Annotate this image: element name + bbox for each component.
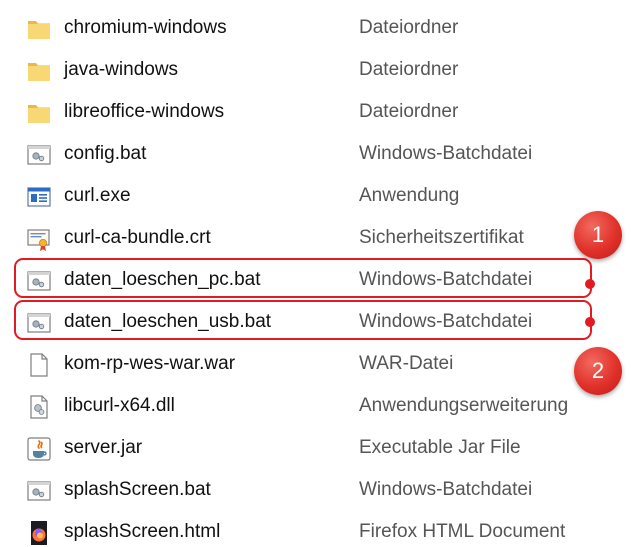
- file-name[interactable]: curl.exe: [64, 184, 131, 208]
- file-name[interactable]: splashScreen.html: [64, 520, 220, 544]
- file-name[interactable]: chromium-windows: [64, 16, 227, 40]
- firefox-html-icon: [26, 520, 52, 546]
- batch-file-icon: [26, 142, 52, 168]
- file-type: Dateiordner: [359, 17, 459, 38]
- blank-file-icon: [26, 352, 52, 378]
- file-row[interactable]: curl-ca-bundle.crt Sicherheitszertifikat: [0, 217, 643, 259]
- file-name[interactable]: libcurl-x64.dll: [64, 394, 175, 418]
- application-icon: [26, 184, 52, 210]
- file-type: Dateiordner: [359, 101, 459, 122]
- file-row[interactable]: libcurl-x64.dll Anwendungserweiterung: [0, 385, 643, 427]
- file-name[interactable]: server.jar: [64, 436, 142, 460]
- file-name[interactable]: libreoffice-windows: [64, 100, 224, 124]
- file-name[interactable]: curl-ca-bundle.crt: [64, 226, 211, 250]
- java-jar-icon: [26, 436, 52, 462]
- connector-dot-1: [585, 279, 595, 289]
- batch-file-icon: [26, 478, 52, 504]
- file-row[interactable]: splashScreen.bat Windows-Batchdatei: [0, 469, 643, 511]
- file-list: chromium-windows Dateiordner java-windows D…: [0, 0, 643, 547]
- annotation-badge-1: 1: [574, 211, 622, 259]
- file-name[interactable]: java-windows: [64, 58, 178, 82]
- file-type: Anwendung: [359, 185, 460, 206]
- folder-icon: [26, 58, 52, 84]
- file-row[interactable]: kom-rp-wes-war.war WAR-Datei: [0, 343, 643, 385]
- file-type: Windows-Batchdatei: [359, 479, 533, 500]
- file-row[interactable]: libreoffice-windows Dateiordner: [0, 91, 643, 133]
- file-row[interactable]: splashScreen.html Firefox HTML Document: [0, 511, 643, 547]
- highlight-box-2: [14, 300, 592, 340]
- file-row[interactable]: server.jar Executable Jar File: [0, 427, 643, 469]
- file-type: Anwendungserweiterung: [359, 395, 569, 416]
- file-type: Sicherheitszertifikat: [359, 227, 524, 248]
- file-type: WAR-Datei: [359, 353, 454, 374]
- file-type: Windows-Batchdatei: [359, 143, 533, 164]
- annotation-badge-2: 2: [574, 347, 622, 395]
- file-row[interactable]: chromium-windows Dateiordner: [0, 7, 643, 49]
- file-row[interactable]: curl.exe Anwendung: [0, 175, 643, 217]
- connector-dot-2: [585, 317, 595, 327]
- file-row[interactable]: config.bat Windows-Batchdatei: [0, 133, 643, 175]
- folder-icon: [26, 100, 52, 126]
- folder-icon: [26, 16, 52, 42]
- dll-file-icon: [26, 394, 52, 420]
- file-name[interactable]: splashScreen.bat: [64, 478, 211, 502]
- file-name[interactable]: config.bat: [64, 142, 146, 166]
- file-type: Firefox HTML Document: [359, 521, 566, 542]
- certificate-icon: [26, 226, 52, 252]
- file-type: Dateiordner: [359, 59, 459, 80]
- file-type: Executable Jar File: [359, 437, 521, 458]
- file-row[interactable]: java-windows Dateiordner: [0, 49, 643, 91]
- highlight-box-1: [14, 258, 592, 298]
- file-name[interactable]: kom-rp-wes-war.war: [64, 352, 235, 376]
